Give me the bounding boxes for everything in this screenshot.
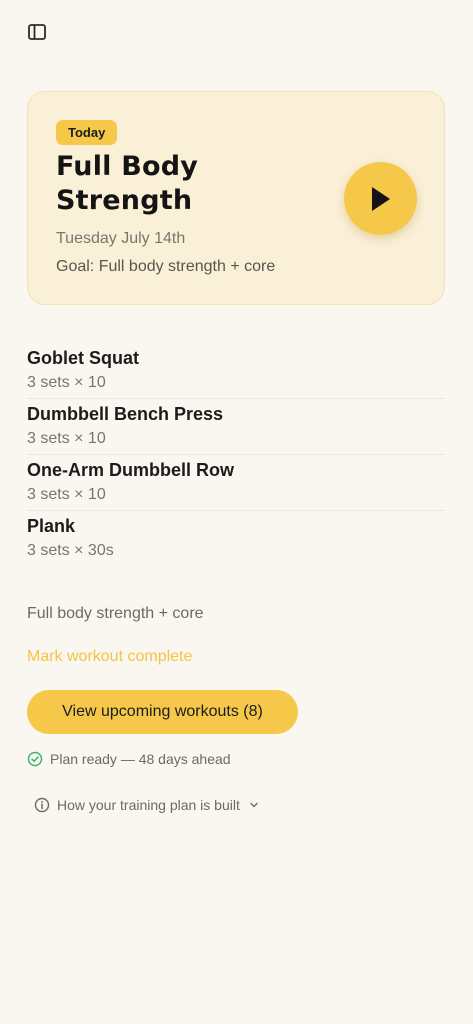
exercise-detail: 3 sets × 10 <box>27 430 106 447</box>
sidebar-toggle-button[interactable] <box>26 22 48 42</box>
workout-goal: Goal: Full body strength + core <box>56 258 276 275</box>
list-item[interactable]: Goblet Squat 3 sets × 10 <box>27 343 445 399</box>
sidebar-toggle-icon <box>28 24 46 40</box>
list-item[interactable]: Plank 3 sets × 30s <box>27 511 445 567</box>
exercise-detail: 3 sets × 10 <box>27 486 106 503</box>
start-workout-button[interactable] <box>344 162 417 235</box>
check-circle-icon <box>27 751 43 767</box>
exercise-name: Plank <box>27 516 76 536</box>
plan-status: Plan ready — 48 days ahead <box>27 751 231 767</box>
today-badge: Today <box>56 120 118 145</box>
list-item[interactable]: Dumbbell Bench Press 3 sets × 10 <box>27 399 445 455</box>
plan-info-toggle[interactable]: How your training plan is built <box>34 797 260 813</box>
exercise-name: Goblet Squat <box>27 348 139 368</box>
info-circle-icon <box>34 797 50 813</box>
workout-summary: Full body strength + core <box>27 605 204 622</box>
today-workout-card: Today Full Body Strength Tuesday July 14… <box>27 91 445 305</box>
plan-status-text: Plan ready — 48 days ahead <box>50 751 231 767</box>
chevron-down-icon <box>248 799 260 811</box>
workout-date: Tuesday July 14th <box>56 230 186 247</box>
exercise-detail: 3 sets × 10 <box>27 374 106 391</box>
exercise-detail: 3 sets × 30s <box>27 542 114 559</box>
exercise-list: Goblet Squat 3 sets × 10 Dumbbell Bench … <box>27 343 445 567</box>
mark-complete-link[interactable]: Mark workout complete <box>27 648 192 666</box>
play-icon <box>371 186 390 211</box>
exercise-name: Dumbbell Bench Press <box>27 404 224 424</box>
list-item[interactable]: One-Arm Dumbbell Row 3 sets × 10 <box>27 455 445 511</box>
view-upcoming-button[interactable]: View upcoming workouts (8) <box>27 690 298 734</box>
exercise-name: One-Arm Dumbbell Row <box>27 460 235 480</box>
workout-title: Full Body Strength <box>56 151 199 216</box>
plan-info-text: How your training plan is built <box>57 797 240 813</box>
